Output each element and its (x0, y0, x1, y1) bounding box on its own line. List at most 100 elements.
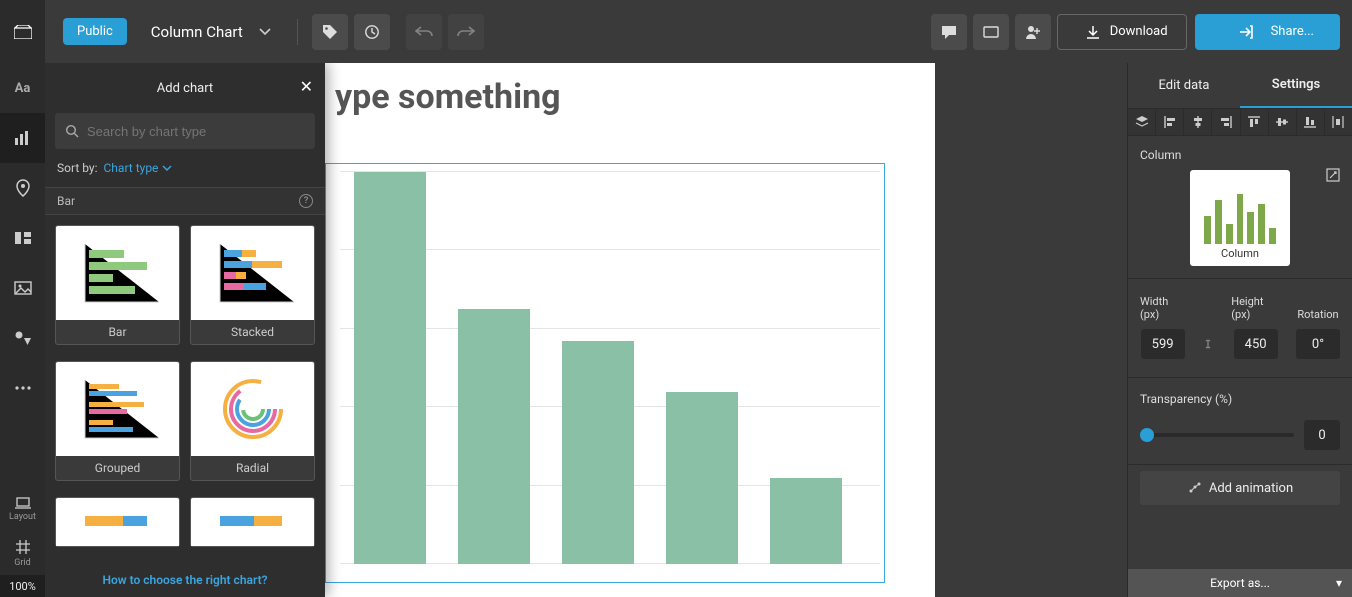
card-label: Grouped (56, 456, 179, 480)
add-animation-button[interactable]: Add animation (1140, 471, 1340, 505)
mini-bars-icon (1204, 194, 1276, 244)
transparency-label: Transparency (%) (1140, 392, 1340, 406)
redo-button[interactable] (448, 14, 484, 50)
share-button[interactable]: Share... (1195, 14, 1340, 50)
home-icon[interactable] (0, 0, 45, 63)
export-label: Export as... (1210, 576, 1270, 590)
link-dimensions-icon[interactable] (1201, 337, 1215, 351)
grid-toggle[interactable]: Grid (0, 531, 45, 575)
chart-type-card[interactable]: Column (1190, 170, 1290, 266)
canvas-area[interactable]: ype something (325, 63, 1127, 597)
right-tabs: Edit data Settings (1128, 63, 1352, 108)
panel-header: Add chart ✕ (45, 63, 325, 113)
section-label: Bar (57, 194, 75, 208)
align-top-button[interactable] (1241, 109, 1269, 135)
top-bar: Public Column Chart Download Share.. (0, 0, 1352, 63)
sort-label: Sort by: (57, 161, 98, 175)
alignment-toolbar (1128, 108, 1352, 136)
chart-card-stacked[interactable]: Stacked (190, 225, 315, 345)
layout-label: Layout (9, 512, 36, 522)
divider (297, 19, 298, 45)
map-tool[interactable] (0, 163, 45, 213)
tag-button[interactable] (312, 14, 348, 50)
tab-settings[interactable]: Settings (1240, 63, 1352, 108)
text-tool[interactable]: Aa (0, 63, 45, 113)
chevron-down-icon (259, 28, 271, 36)
bar-E[interactable] (770, 478, 842, 564)
width-label: Width (px) (1140, 295, 1185, 321)
help-icon[interactable]: ? (299, 194, 313, 208)
add-chart-panel: Add chart ✕ Sort by: Chart type Bar ? (45, 63, 325, 597)
transparency-value[interactable]: 0 (1304, 420, 1340, 450)
anim-label: Add animation (1209, 481, 1293, 496)
height-input[interactable]: 450 (1234, 329, 1278, 359)
elements-tool[interactable] (0, 213, 45, 263)
page-title-text[interactable]: ype something (335, 77, 561, 117)
sort-value: Chart type (104, 161, 159, 175)
more-tool[interactable] (0, 363, 45, 413)
sort-value-dropdown[interactable]: Chart type (104, 161, 173, 175)
slider-thumb[interactable] (1140, 428, 1154, 442)
thumbnail (191, 498, 314, 546)
chart-search[interactable] (55, 113, 315, 149)
chart-card-bar[interactable]: Bar (55, 225, 180, 345)
chart-search-input[interactable] (87, 124, 305, 139)
align-left-button[interactable] (1156, 109, 1184, 135)
align-center-h-button[interactable] (1184, 109, 1212, 135)
align-middle-v-button[interactable] (1269, 109, 1297, 135)
align-right-button[interactable] (1212, 109, 1240, 135)
download-icon (1086, 25, 1100, 39)
comment-button[interactable] (931, 14, 967, 50)
chart-tool[interactable] (0, 113, 45, 163)
chart-card-radial[interactable]: Radial (190, 361, 315, 481)
download-button[interactable]: Download (1057, 14, 1187, 50)
type-label: Column (1140, 148, 1340, 162)
zoom-indicator[interactable]: 100% (0, 575, 45, 597)
choose-chart-help-link[interactable]: How to choose the right chart? (45, 563, 325, 597)
rotation-input[interactable]: 0° (1296, 329, 1340, 359)
present-button[interactable] (973, 14, 1009, 50)
transparency-control: 0 (1128, 420, 1352, 464)
public-button[interactable]: Public (63, 18, 127, 45)
type-card-label: Column (1221, 247, 1259, 260)
dimensions-row: Width (px) 599 Height (px) 450 Rotation … (1128, 295, 1352, 359)
chart-card-grouped[interactable]: Grouped (55, 361, 180, 481)
thumbnail (56, 362, 179, 456)
chart-card-extra-1[interactable] (55, 497, 180, 547)
layout-toggle[interactable]: Layout (0, 487, 45, 531)
align-bottom-button[interactable] (1297, 109, 1325, 135)
bar-D[interactable] (666, 392, 738, 564)
card-label: Bar (56, 320, 179, 344)
history-button[interactable] (354, 14, 390, 50)
chart-card-extra-2[interactable] (190, 497, 315, 547)
thumbnail (191, 362, 314, 456)
export-as-dropdown[interactable]: Export as... ▾ (1128, 569, 1352, 597)
left-rail: Aa Layout Grid 100% (0, 63, 45, 597)
invite-button[interactable] (1015, 14, 1051, 50)
share-icon (1239, 25, 1253, 39)
thumbnail (56, 498, 179, 546)
bar-A[interactable] (354, 172, 426, 564)
rotation-label: Rotation (1297, 308, 1338, 321)
share-label: Share... (1271, 24, 1314, 39)
bar-B[interactable] (458, 309, 530, 564)
close-icon[interactable]: ✕ (300, 77, 313, 96)
document-title-dropdown[interactable]: Column Chart (151, 23, 271, 41)
selected-chart[interactable] (325, 163, 885, 583)
edit-type-icon[interactable] (1326, 168, 1340, 182)
undo-button[interactable] (406, 14, 442, 50)
section-bar: Bar ? (45, 187, 325, 215)
transparency-slider[interactable] (1140, 433, 1294, 437)
shapes-tool[interactable] (0, 313, 45, 363)
bar-C[interactable] (562, 341, 634, 564)
thumbnail (56, 226, 179, 320)
tab-edit-data[interactable]: Edit data (1128, 63, 1240, 108)
chart-type-section: Column Column (1128, 136, 1352, 278)
search-icon (65, 124, 79, 138)
panel-title: Add chart (157, 81, 213, 96)
page[interactable]: ype something (325, 63, 935, 597)
distribute-button[interactable] (1325, 109, 1352, 135)
image-tool[interactable] (0, 263, 45, 313)
arrange-layers-button[interactable] (1128, 109, 1156, 135)
width-input[interactable]: 599 (1141, 329, 1185, 359)
